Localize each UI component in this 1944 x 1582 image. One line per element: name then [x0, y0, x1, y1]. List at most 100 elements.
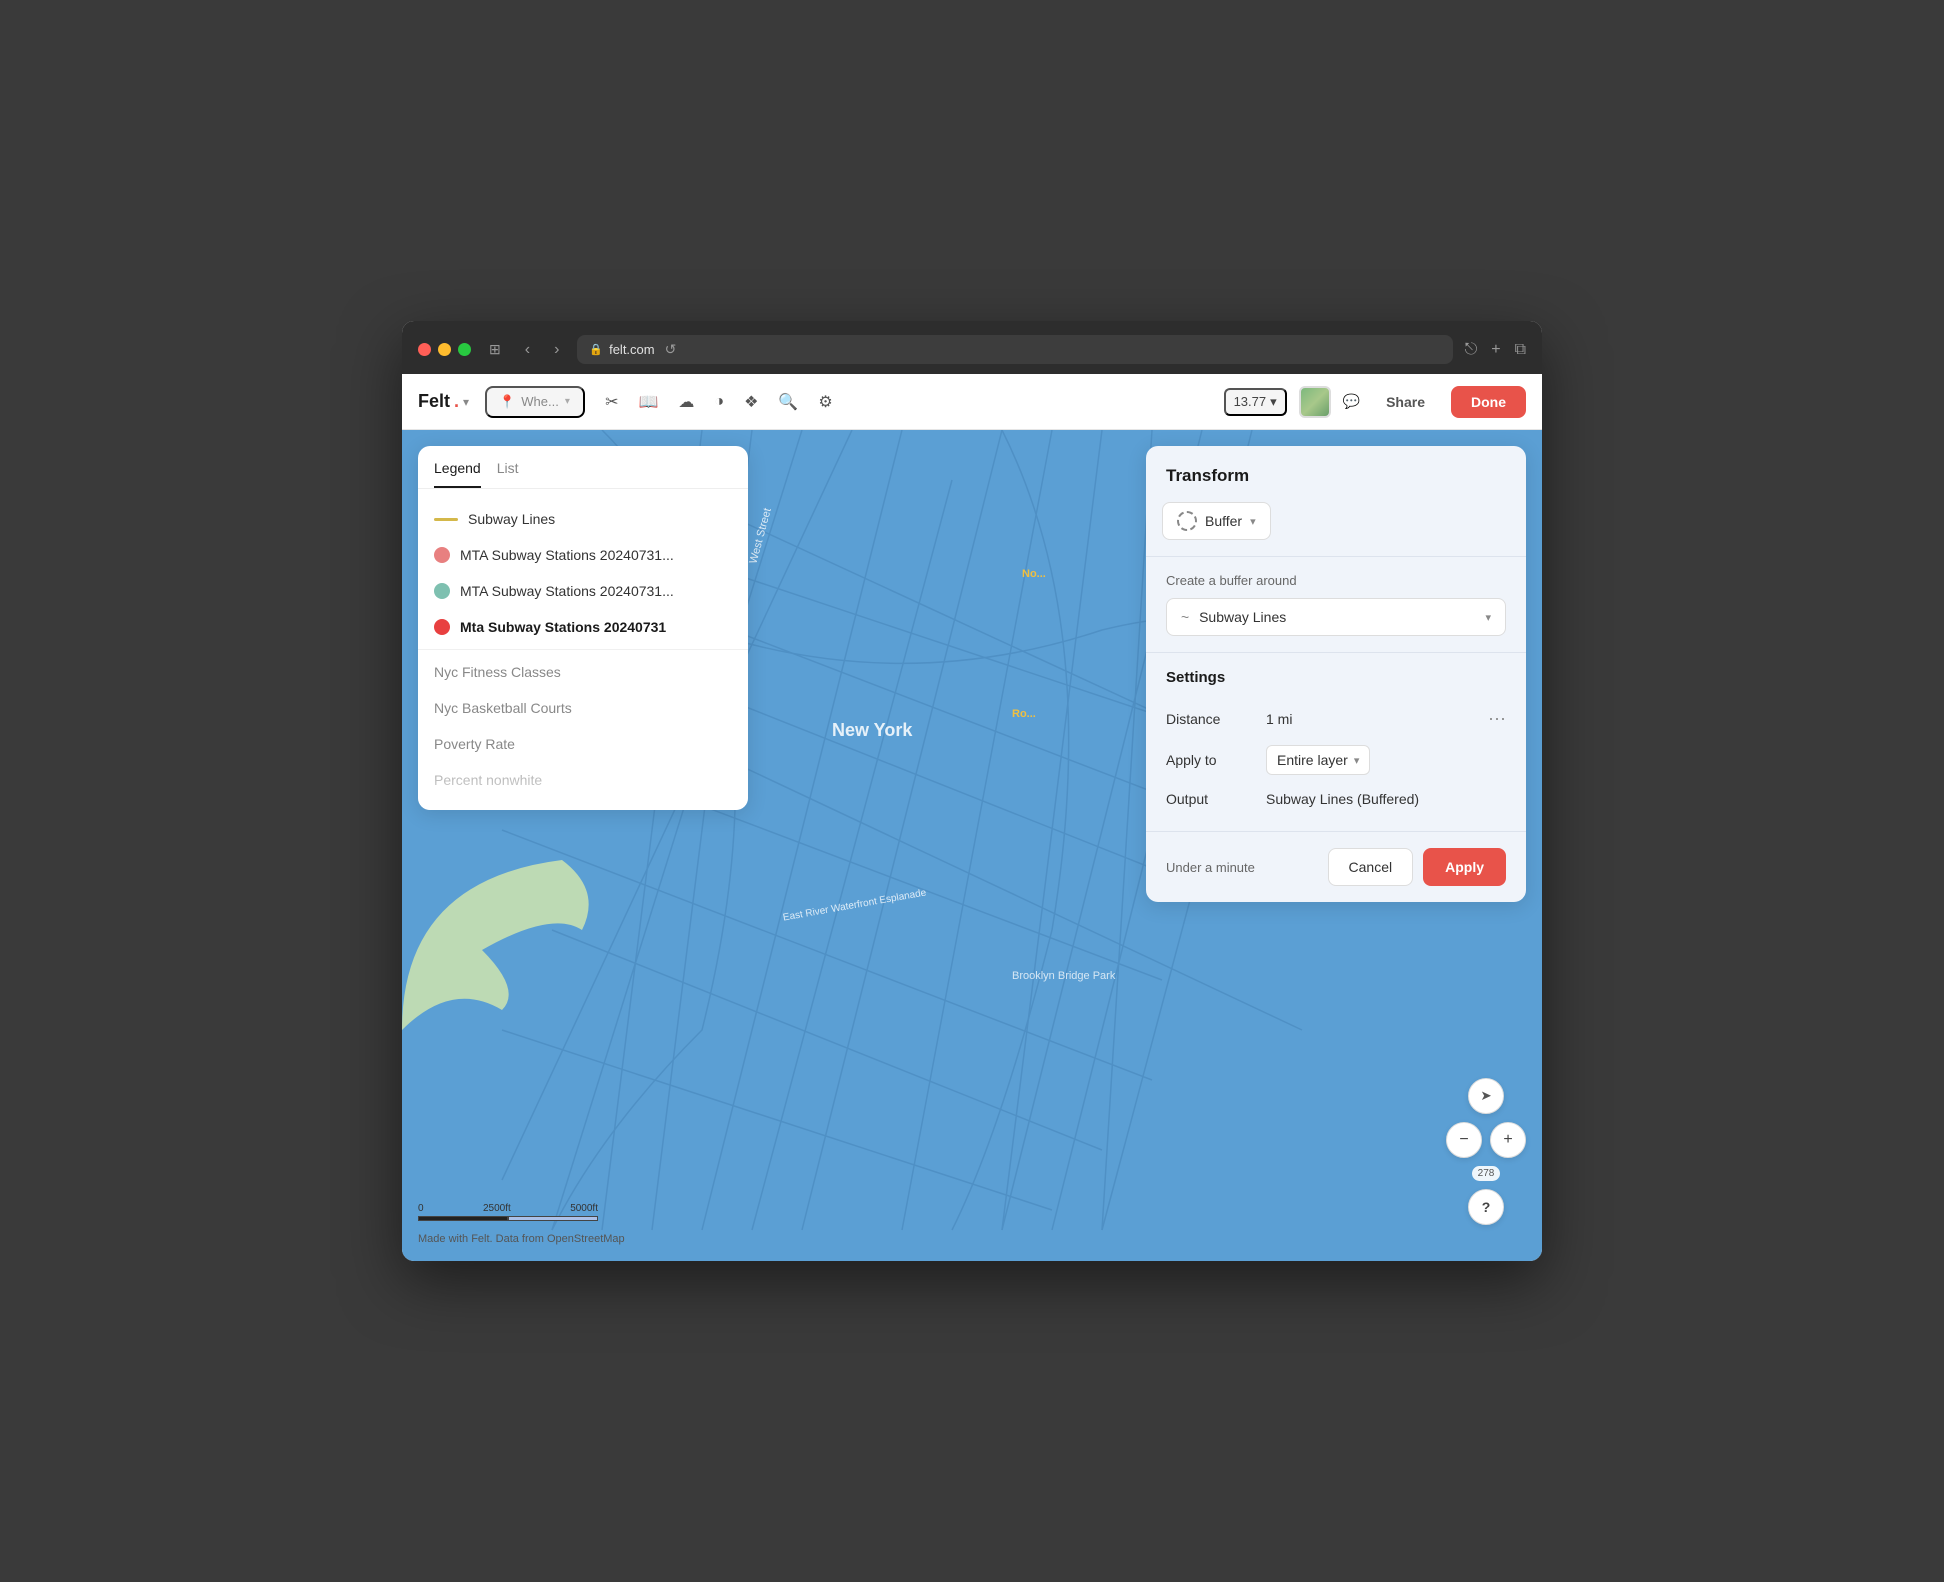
search-tool-button[interactable]: 🔍 — [774, 388, 802, 416]
apply-button[interactable]: Apply — [1423, 848, 1506, 886]
buffer-label: Buffer — [1205, 513, 1242, 529]
list-item: Subway Lines — [418, 501, 748, 537]
legend-divider — [418, 649, 748, 650]
list-item: MTA Subway Stations 20240731... — [418, 573, 748, 609]
forward-button[interactable]: › — [548, 339, 565, 361]
back-button[interactable]: ‹ — [519, 339, 536, 361]
contrast-tool-button[interactable]: ◑ — [710, 389, 728, 415]
basketball-courts-label: Nyc Basketball Courts — [434, 700, 572, 716]
toolbar-tools: ✂ 📖 ☁ ◑ ❖ 🔍 ⚙ — [601, 388, 837, 416]
list-item: Nyc Fitness Classes — [418, 654, 748, 690]
share-page-button[interactable]: ⎋ — [1465, 341, 1478, 359]
new-york-map-label: New York — [832, 720, 912, 741]
tilde-icon: ~ — [1181, 609, 1189, 625]
minimize-button[interactable] — [438, 343, 451, 356]
transform-title: Transform — [1146, 446, 1526, 502]
list-item: Nyc Basketball Courts — [418, 690, 748, 726]
mta-stations-2-label: MTA Subway Stations 20240731... — [460, 583, 674, 599]
buffer-dropdown-icon: ▾ — [1250, 515, 1256, 528]
apply-to-row: Apply to Entire layer ▾ — [1166, 737, 1506, 783]
ro-label: Ro... — [1012, 708, 1036, 720]
sidebar-toggle-button[interactable]: ⊞ — [483, 337, 507, 362]
map-attribution: Made with Felt. Data from OpenStreetMap — [418, 1233, 625, 1245]
map-controls: ➤ − + 278 ? — [1446, 1078, 1526, 1225]
output-row: Output Subway Lines (Buffered) — [1166, 783, 1506, 815]
tab-list[interactable]: List — [497, 446, 519, 488]
toolbar-right: 13.77 ▾ 💬 Share Done — [1224, 386, 1526, 418]
buffer-icon — [1177, 511, 1197, 531]
layer-dropdown-icon: ▾ — [1485, 611, 1491, 624]
upload-tool-button[interactable]: ☁ — [674, 388, 698, 416]
legend-fade — [418, 750, 748, 810]
apply-to-select[interactable]: Entire layer ▾ — [1266, 745, 1370, 775]
browser-chrome: ⊞ ‹ › 🔒 felt.com ↺ ⎋ + ⧉ — [402, 321, 1542, 374]
address-bar[interactable]: 🔒 felt.com ↺ — [577, 335, 1452, 364]
mta-stations-2-icon — [434, 583, 450, 599]
done-button[interactable]: Done — [1451, 386, 1526, 418]
navigate-button[interactable]: ➤ — [1468, 1078, 1504, 1114]
settings-section: Settings Distance 1 mi ··· Apply to Enti… — [1146, 653, 1526, 832]
brooklyn-label: Brooklyn Bridge Park — [1012, 970, 1115, 982]
tabs-overview-button[interactable]: ⧉ — [1515, 341, 1526, 359]
zoom-level: 13.77 — [1234, 394, 1267, 409]
comment-button[interactable]: 💬 — [1343, 393, 1360, 410]
tab-legend[interactable]: Legend — [434, 446, 481, 488]
felt-logo: Felt. ▾ — [418, 391, 469, 412]
cancel-button[interactable]: Cancel — [1328, 848, 1414, 886]
close-button[interactable] — [418, 343, 431, 356]
browser-window: ⊞ ‹ › 🔒 felt.com ↺ ⎋ + ⧉ Felt. ▾ 📍 Whe..… — [402, 321, 1542, 1261]
output-label: Output — [1166, 791, 1266, 807]
search-placeholder: Whe... — [521, 394, 559, 409]
output-value: Subway Lines (Buffered) — [1266, 791, 1419, 807]
settings-title: Settings — [1166, 669, 1506, 686]
create-buffer-label: Create a buffer around — [1166, 573, 1506, 588]
map-style-button[interactable] — [1299, 386, 1331, 418]
elevation-badge: 278 — [1472, 1166, 1501, 1181]
url-display: felt.com — [609, 342, 655, 357]
search-button[interactable]: 📍 Whe... ▾ — [485, 386, 585, 418]
distance-label: Distance — [1166, 711, 1266, 727]
transform-panel: Transform Buffer ▾ Create a buffer aroun… — [1146, 446, 1526, 902]
zoom-dropdown-icon: ▾ — [1270, 394, 1277, 410]
settings-tool-button[interactable]: ⚙ — [814, 388, 836, 416]
zoom-out-button[interactable]: − — [1446, 1122, 1482, 1158]
transform-type-row: Buffer ▾ — [1146, 502, 1526, 557]
location-icon: 📍 — [499, 394, 515, 410]
refresh-button[interactable]: ↺ — [665, 341, 677, 358]
legend-tabs: Legend List — [418, 446, 748, 489]
shapes-tool-button[interactable]: ❖ — [740, 388, 762, 416]
fullscreen-button[interactable] — [458, 343, 471, 356]
book-tool-button[interactable]: 📖 — [634, 388, 662, 416]
layer-select-button[interactable]: ~ Subway Lines ▾ — [1166, 598, 1506, 636]
transform-footer: Under a minute Cancel Apply — [1146, 832, 1526, 902]
legend-panel: Legend List Subway Lines MTA Subway Stat… — [418, 446, 748, 810]
distance-value: 1 mi — [1266, 711, 1488, 727]
cut-tool-button[interactable]: ✂ — [601, 388, 622, 416]
mta-stations-3-icon — [434, 619, 450, 635]
zoom-control[interactable]: 13.77 ▾ — [1224, 388, 1287, 416]
north-label: No... — [1022, 568, 1046, 580]
time-estimate: Under a minute — [1166, 860, 1328, 875]
buffer-type-button[interactable]: Buffer ▾ — [1162, 502, 1271, 540]
apply-to-dropdown-icon: ▾ — [1354, 754, 1360, 767]
mta-stations-3-label: Mta Subway Stations 20240731 — [460, 619, 666, 635]
subway-lines-icon — [434, 518, 458, 521]
map-scale: 0 2500ft 5000ft — [418, 1201, 598, 1221]
new-tab-button[interactable]: + — [1491, 341, 1500, 359]
help-button[interactable]: ? — [1468, 1189, 1504, 1225]
logo-text: Felt — [418, 391, 450, 412]
app-toolbar: Felt. ▾ 📍 Whe... ▾ ✂ 📖 ☁ ◑ ❖ 🔍 ⚙ 13.77 ▾… — [402, 374, 1542, 430]
search-dropdown-icon: ▾ — [565, 396, 570, 407]
apply-to-value: Entire layer — [1277, 752, 1348, 768]
zoom-in-button[interactable]: + — [1490, 1122, 1526, 1158]
distance-more-button[interactable]: ··· — [1488, 708, 1506, 729]
layer-name: Subway Lines — [1199, 609, 1286, 625]
apply-to-label: Apply to — [1166, 752, 1266, 768]
map-zoom-row: − + — [1446, 1122, 1526, 1158]
mta-stations-1-label: MTA Subway Stations 20240731... — [460, 547, 674, 563]
footer-actions: Cancel Apply — [1328, 848, 1506, 886]
list-item: Mta Subway Stations 20240731 — [418, 609, 748, 645]
share-button[interactable]: Share — [1372, 388, 1439, 416]
fitness-classes-label: Nyc Fitness Classes — [434, 664, 561, 680]
mta-stations-1-icon — [434, 547, 450, 563]
